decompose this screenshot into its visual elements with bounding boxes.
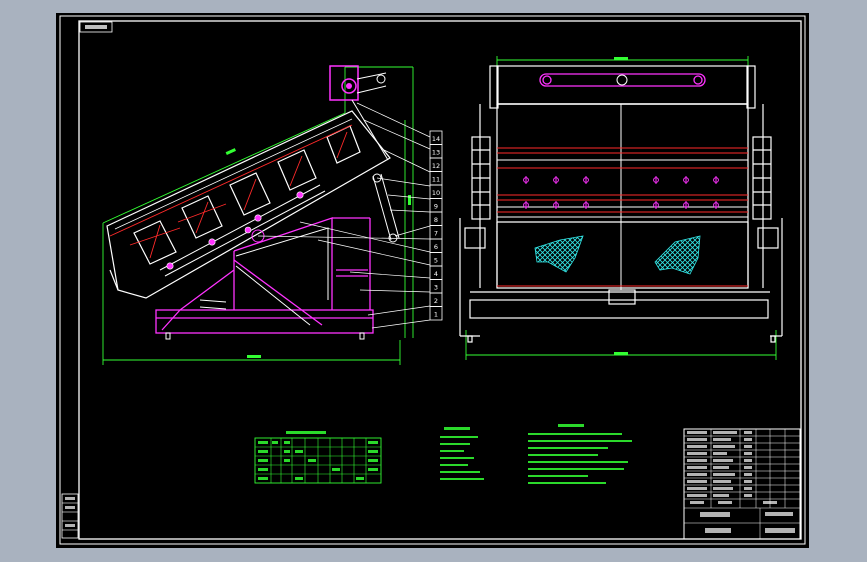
callout-number: 2 [434,297,438,305]
callout-number: 13 [432,149,440,157]
callout-number: 12 [432,162,440,170]
callout-number: 9 [434,203,438,211]
callout-number: 5 [434,257,438,265]
callout-number: 11 [432,176,440,184]
cad-drawing: 14 13 12 11 10 9 8 7 6 5 4 3 2 1 [56,13,809,548]
callout-number: 14 [432,135,440,143]
callout-number: 4 [434,270,438,278]
callout-number: 6 [434,243,438,251]
callout-number: 10 [432,189,440,197]
callout-number: 3 [434,284,438,292]
callout-number: 7 [434,230,438,238]
callout-number: 1 [434,311,438,319]
cad-drawing-viewport: 14 13 12 11 10 9 8 7 6 5 4 3 2 1 [0,0,867,562]
callout-number: 8 [434,216,438,224]
